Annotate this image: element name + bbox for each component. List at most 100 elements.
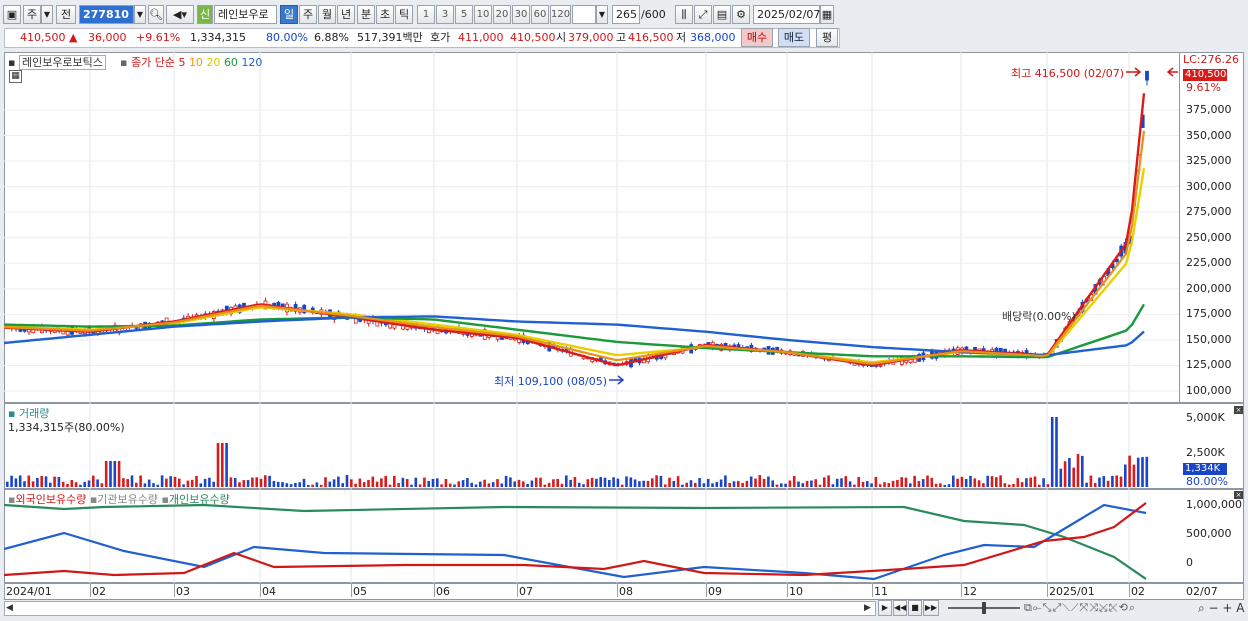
price-chart-area[interactable] xyxy=(4,52,1180,403)
date-input[interactable]: 2025/02/07 xyxy=(753,5,820,24)
volume-bar xyxy=(479,481,482,487)
market-select[interactable]: 주 xyxy=(23,5,41,24)
volume-bar xyxy=(668,477,671,487)
buy-button[interactable]: 매수 xyxy=(741,28,773,47)
volume-bar xyxy=(672,480,676,487)
calendar-icon[interactable]: ▦ xyxy=(820,5,834,24)
price-y-tick: 375,000 xyxy=(1186,103,1232,116)
stock-name-field: 레인보우로 xyxy=(214,5,277,24)
period-second[interactable]: 초 xyxy=(376,5,394,24)
volume-bar xyxy=(337,476,340,487)
horizontal-scrollbar[interactable] xyxy=(4,601,876,616)
stop-icon[interactable]: ■ xyxy=(908,600,922,616)
stock-code-input[interactable]: 277810 xyxy=(79,5,134,24)
sell-button[interactable]: 매도 xyxy=(778,28,810,47)
volume-bar xyxy=(139,475,142,487)
period-tick[interactable]: 틱 xyxy=(395,5,413,24)
volume-chart-area[interactable] xyxy=(4,403,1180,489)
volume-bar xyxy=(659,475,663,487)
count-input[interactable]: 265 xyxy=(612,5,640,24)
volume-bar xyxy=(909,483,912,487)
scroll-left-icon[interactable]: ◀ xyxy=(6,603,13,613)
close-icon[interactable]: × xyxy=(1234,491,1243,499)
volume-bar xyxy=(259,478,263,487)
save-icon[interactable]: ▤ xyxy=(713,5,731,24)
chevron-down-icon[interactable]: ▼ xyxy=(134,5,146,24)
crosshair-icon[interactable]: ⤢ xyxy=(694,5,712,24)
zoom-slider-handle[interactable] xyxy=(982,602,986,614)
x-axis-tick xyxy=(517,583,518,597)
interval-120[interactable]: 120 xyxy=(550,5,571,24)
volume-bar xyxy=(810,480,813,487)
x-axis-label: 2024/01 xyxy=(6,585,52,598)
volume-bar xyxy=(552,479,555,487)
volume-bar xyxy=(418,484,422,487)
rewind-icon[interactable]: ◀◀ xyxy=(893,600,907,616)
scroll-right-icon[interactable]: ▶ xyxy=(864,603,871,613)
volume-bar xyxy=(229,477,233,487)
chart-title: ▪ 레인보우로보틱스 xyxy=(8,54,106,70)
candle-icon[interactable]: ⫼ xyxy=(675,5,693,24)
volume-bar xyxy=(724,475,727,487)
period-month[interactable]: 월 xyxy=(318,5,336,24)
volume-bar xyxy=(453,484,456,487)
layout-icon[interactable]: ▣ xyxy=(3,5,21,24)
volume-bar xyxy=(629,477,633,487)
interval-60[interactable]: 60 xyxy=(531,5,549,24)
volume-bar xyxy=(10,475,13,487)
volume-bar xyxy=(268,475,271,487)
volume-bar xyxy=(1003,483,1007,487)
period-minute[interactable]: 분 xyxy=(357,5,375,24)
drawing-tools[interactable]: ⧉⟜⤡⤢⟍⟋⤧⤨⤩⤪⟲⌕ xyxy=(1024,601,1136,615)
volume-bar xyxy=(1124,464,1127,487)
price-y-tick: 300,000 xyxy=(1186,179,1232,193)
volume-bar xyxy=(104,461,108,487)
volume-current-pct: 80.00% xyxy=(1186,475,1228,488)
volume-bar xyxy=(883,482,886,487)
volume-bar xyxy=(126,479,129,487)
interval-5[interactable]: 5 xyxy=(455,5,473,24)
zoom-tools[interactable]: ⌕ − + A xyxy=(1198,601,1244,616)
period-week[interactable]: 주 xyxy=(299,5,317,24)
table-icon[interactable]: ▦ xyxy=(9,70,22,83)
volume-bar xyxy=(625,476,628,487)
volume-bar xyxy=(96,479,99,487)
gear-icon[interactable]: ⚙ xyxy=(732,5,750,24)
x-axis-label: 02 xyxy=(92,585,106,598)
volume-bar xyxy=(612,477,615,487)
eval-button[interactable]: 평 xyxy=(816,28,838,47)
x-axis-tick xyxy=(961,583,962,597)
volume-y-tick: 2,500K xyxy=(1186,446,1225,459)
speaker-icon[interactable]: ◀▾ xyxy=(166,5,194,24)
interval-1[interactable]: 1 xyxy=(417,5,435,24)
period-year[interactable]: 년 xyxy=(337,5,355,24)
fast-forward-icon[interactable]: ▶▶ xyxy=(923,600,939,616)
volume-bar xyxy=(276,481,280,487)
volume-bar xyxy=(341,483,344,487)
interval-3[interactable]: 3 xyxy=(436,5,454,24)
interval-20[interactable]: 20 xyxy=(493,5,511,24)
search-icon[interactable]: 🔍︎ xyxy=(148,5,164,24)
volume-bar xyxy=(1141,457,1144,487)
interval-30[interactable]: 30 xyxy=(512,5,530,24)
play-icon[interactable]: ▶ xyxy=(878,600,892,616)
volume-bar xyxy=(500,483,504,487)
volume-bar xyxy=(1093,482,1097,487)
x-axis-label: 06 xyxy=(436,585,450,598)
interval-custom-input[interactable] xyxy=(572,5,596,24)
period-day[interactable]: 일 xyxy=(280,5,298,24)
close-icon[interactable]: × xyxy=(1234,406,1243,414)
chevron-down-icon[interactable]: ▼ xyxy=(41,5,53,24)
volume-bar xyxy=(870,483,873,487)
volume-bar xyxy=(444,478,448,487)
x-axis-tick xyxy=(1129,583,1130,597)
interval-10[interactable]: 10 xyxy=(474,5,492,24)
prev-button[interactable]: 전 xyxy=(56,5,76,24)
volume-bar xyxy=(470,482,473,487)
bid-price: 411,000 xyxy=(458,31,504,44)
volume-bar xyxy=(483,479,486,487)
volume-bar xyxy=(943,484,946,487)
volume-bar xyxy=(539,477,542,487)
chevron-down-icon[interactable]: ▼ xyxy=(596,5,608,24)
x-axis-label: 09 xyxy=(708,585,722,598)
